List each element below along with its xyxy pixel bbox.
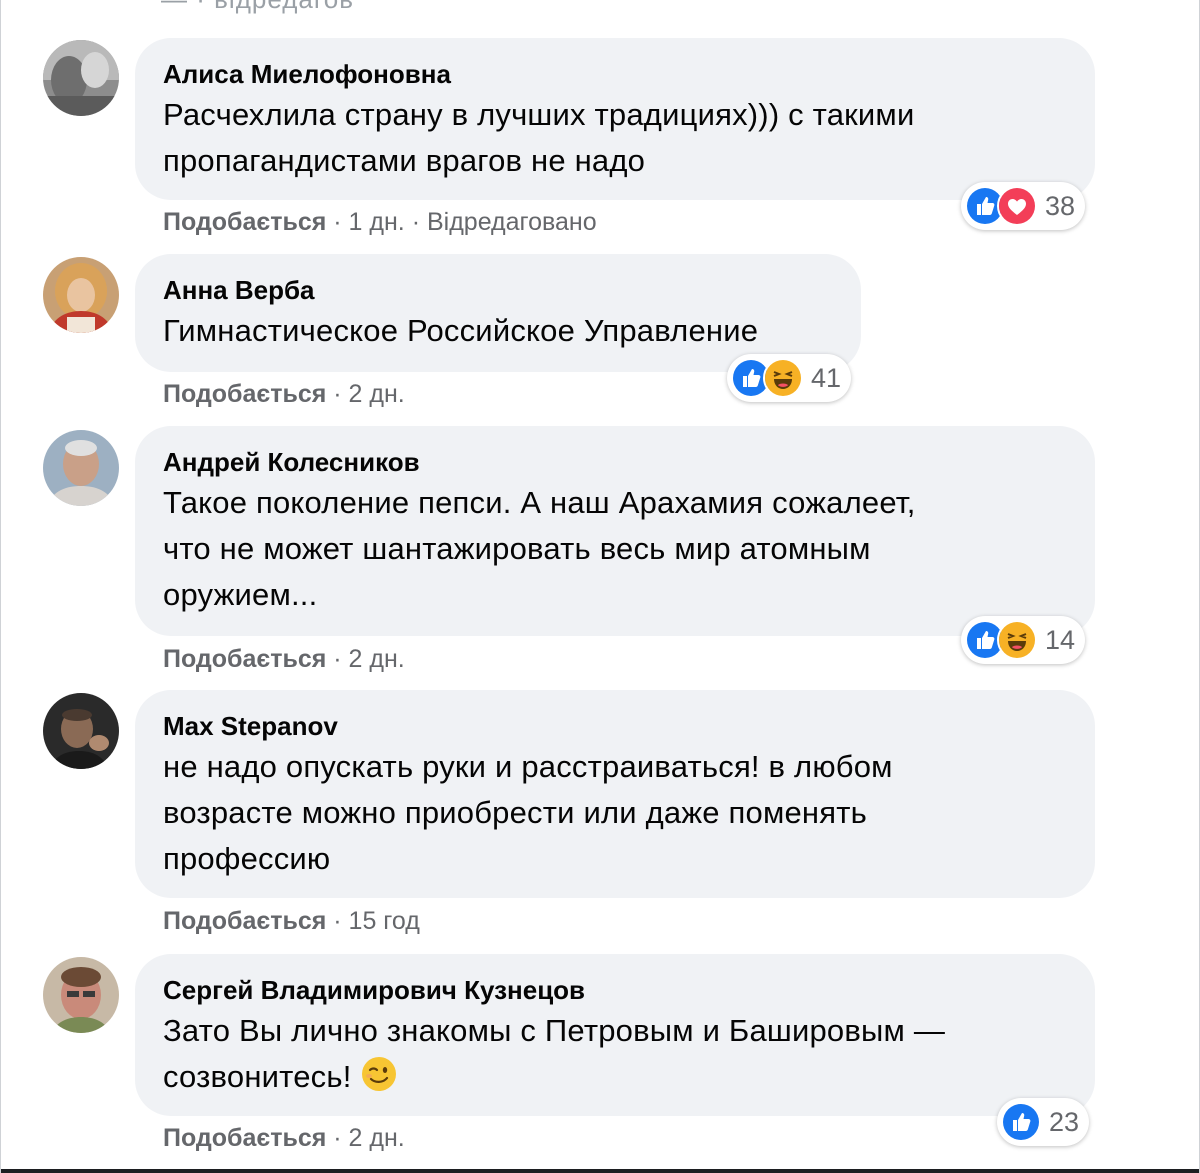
separator-dot: · — [333, 907, 349, 935]
separator-dot: · — [333, 1124, 349, 1152]
haha-icon — [763, 358, 803, 398]
bottom-border — [1, 1169, 1199, 1173]
comment-meta: Подобається · 2 дн. — [163, 642, 405, 676]
reactions-summary[interactable]: 41 — [727, 354, 852, 402]
comment-text-line: пропагандистами врагов не надо — [163, 143, 646, 178]
comment-text-line: что не может шантажировать весь мир атом… — [163, 531, 871, 566]
previous-comment-meta-cut: — · відредагов — [161, 0, 354, 15]
heart-icon — [997, 186, 1037, 226]
comment-bubble: Алиса Миелофоновна Расчехлила страну в л… — [135, 38, 1095, 200]
avatar[interactable] — [43, 430, 119, 506]
avatar[interactable] — [43, 957, 119, 1033]
like-link[interactable]: Подобається — [163, 1124, 326, 1152]
separator-dot: · — [411, 208, 427, 236]
comment-bubble: Андрей Колесников Такое поколение пепси.… — [135, 426, 1095, 636]
comment-text-line: созвонитесь! — [163, 1059, 352, 1094]
comment-meta: Подобається · 2 дн. — [163, 377, 405, 411]
comment-text-line: профессию — [163, 841, 331, 876]
separator-dot: · — [333, 380, 349, 408]
comment-meta: Подобається · 15 год — [163, 904, 420, 938]
edited-label[interactable]: Відредаговано — [427, 208, 597, 236]
comment-author[interactable]: Анна Верба — [163, 272, 833, 308]
comment-text-line: Гимнастическое Российское Управление — [163, 313, 759, 348]
separator-dot: · — [333, 645, 349, 673]
reaction-count: 14 — [1045, 624, 1076, 655]
reactions-summary[interactable]: 14 — [961, 616, 1086, 664]
comment-text-line: не надо опускать руки и расстраиваться! … — [163, 749, 893, 784]
wink-emoji-icon — [360, 1055, 398, 1106]
like-link[interactable]: Подобається — [163, 380, 326, 408]
comment-meta: Подобається · 2 дн. — [163, 1121, 405, 1155]
reaction-count: 38 — [1045, 190, 1076, 221]
like-link[interactable]: Подобається — [163, 208, 326, 236]
avatar[interactable] — [43, 40, 119, 116]
avatar[interactable] — [43, 693, 119, 769]
comment-bubble: Max Stepanov не надо опускать руки и рас… — [135, 690, 1095, 898]
reactions-summary[interactable]: 38 — [961, 182, 1086, 230]
comment-author[interactable]: Андрей Колесников — [163, 444, 1067, 480]
haha-icon — [997, 620, 1037, 660]
comments-panel: — · відредагов Алиса Миелофоновна Расчех… — [0, 0, 1200, 1173]
comment-time[interactable]: 2 дн. — [349, 645, 405, 673]
comment-meta: Подобається · 1 дн. · Відредаговано — [163, 205, 597, 239]
comment-text-line: оружием... — [163, 577, 318, 612]
comment-author[interactable]: Max Stepanov — [163, 708, 1067, 744]
comment-text-line: возрасте можно приобрести или даже помен… — [163, 795, 867, 830]
reaction-count: 41 — [811, 362, 842, 393]
comment-author[interactable]: Сергей Владимирович Кузнецов — [163, 972, 1067, 1008]
comment-time[interactable]: 1 дн. — [349, 208, 405, 236]
like-icon — [1001, 1102, 1041, 1142]
comment-time[interactable]: 2 дн. — [349, 1124, 405, 1152]
separator-dot: · — [333, 208, 349, 236]
avatar[interactable] — [43, 257, 119, 333]
comment-time[interactable]: 15 год — [349, 907, 420, 935]
comment-text-line: Такое поколение пепси. А наш Арахамия со… — [163, 485, 916, 520]
comment-time[interactable]: 2 дн. — [349, 380, 405, 408]
comment-author[interactable]: Алиса Миелофоновна — [163, 56, 1067, 92]
reactions-summary[interactable]: 23 — [997, 1098, 1090, 1146]
like-link[interactable]: Подобається — [163, 907, 326, 935]
comment-text-line: Зато Вы лично знакомы с Петровым и Башир… — [163, 1013, 946, 1048]
comment-text-line: Расчехлила страну в лучших традициях))) … — [163, 97, 915, 132]
comment-bubble: Сергей Владимирович Кузнецов Зато Вы лич… — [135, 954, 1095, 1116]
like-link[interactable]: Подобається — [163, 645, 326, 673]
comment-text-line-with-emoji: созвонитесь! — [163, 1054, 1067, 1106]
reaction-count: 23 — [1049, 1106, 1080, 1137]
